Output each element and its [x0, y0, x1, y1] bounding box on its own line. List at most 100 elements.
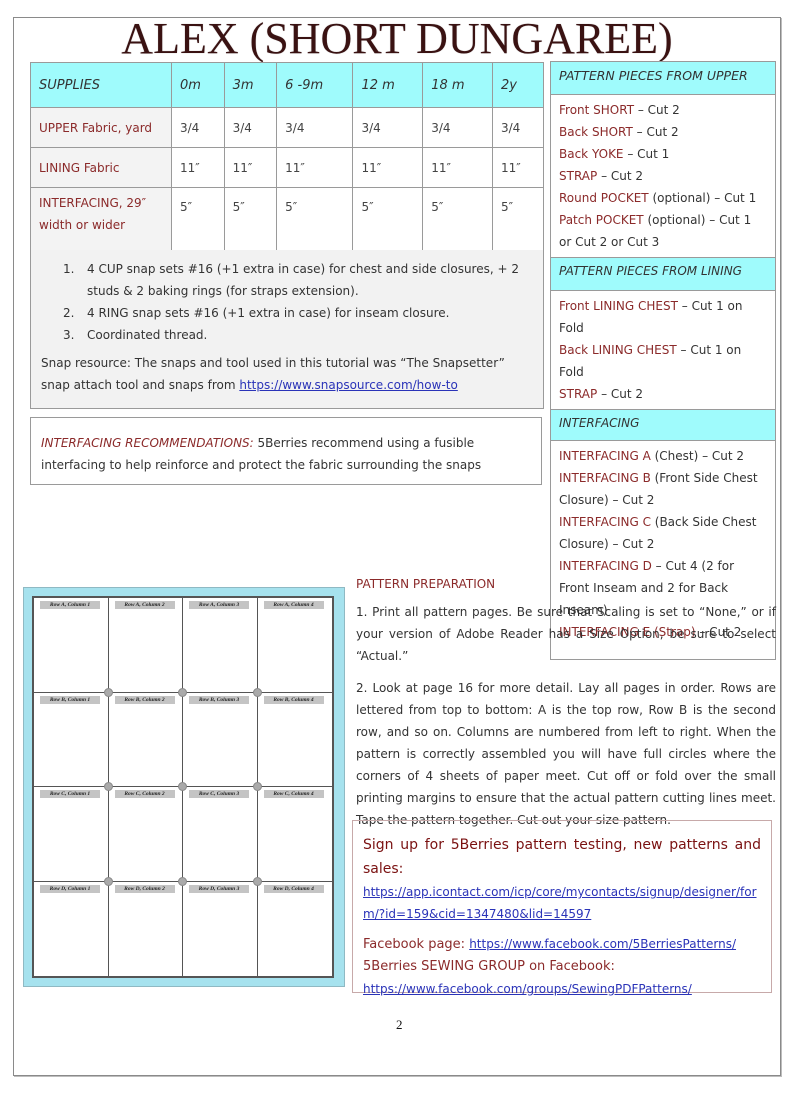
list-item: Back YOKE – Cut 1 [559, 143, 767, 165]
list-number: 1. [63, 262, 75, 276]
list-text: Coordinated thread. [87, 328, 208, 342]
row-label: UPPER Fabric, yard [30, 107, 172, 148]
list-item: INTERFACING A (Chest) – Cut 2 [559, 445, 767, 467]
list-item: INTERFACING B (Front Side Chest Closure)… [559, 467, 767, 511]
supplies-notes: 1. 4 CUP snap sets #16 (+1 extra in case)… [30, 250, 544, 409]
sheet-cell: Row B, Column 1 [34, 692, 109, 787]
registration-circle-icon [103, 876, 113, 886]
header-size: 3m [223, 62, 278, 108]
supplies-header-row: SUPPLIES 0m 3m 6 -9m 12 m 18 m 2y [30, 62, 544, 108]
header-size: 6 -9m [276, 62, 354, 108]
cell-value: 11″ [223, 147, 278, 188]
list-item: Back SHORT – Cut 2 [559, 121, 767, 143]
cell-value: 5″ [422, 187, 493, 252]
list-text: 4 CUP snap sets #16 (+1 extra in case) f… [87, 262, 519, 298]
list-item: INTERFACING C (Back Side Chest Closure) … [559, 511, 767, 555]
list-item: 1. 4 CUP snap sets #16 (+1 extra in case)… [31, 258, 543, 302]
cell-value: 11″ [276, 147, 354, 188]
piece-name: STRAP [559, 169, 598, 183]
list-item: 3. Coordinated thread. [31, 324, 543, 346]
row-label: INTERFACING, 29″ width or wider [30, 187, 172, 252]
list-item: Back LINING CHEST – Cut 1 on Fold [559, 339, 767, 383]
header-size: 18 m [422, 62, 493, 108]
list-number: 2. [63, 306, 75, 320]
sheet-label: Row A, Column 4 [263, 601, 324, 609]
snap-resource-link[interactable]: https://www.snapsource.com/how-to [239, 378, 457, 392]
piece-detail: – Cut 1 [623, 147, 670, 161]
list-item: Round POCKET (optional) – Cut 1 [559, 187, 767, 209]
piece-name: STRAP [559, 387, 598, 401]
registration-circle-icon [103, 687, 113, 697]
upper-list: Front SHORT – Cut 2 Back SHORT – Cut 2 B… [551, 95, 775, 257]
sheet-label: Row C, Column 3 [189, 790, 249, 798]
row-label: LINING Fabric [30, 147, 172, 188]
snap-resource: Snap resource: The snaps and tool used i… [41, 352, 533, 396]
sheet-cell: Row C, Column 2 [108, 787, 183, 882]
cell-value: 3/4 [422, 107, 493, 148]
prep-step-1: 1. Print all pattern pages. Be sure that… [356, 605, 776, 663]
facebook-link[interactable]: https://www.facebook.com/5BerriesPattern… [469, 937, 736, 951]
list-number: 3. [63, 328, 75, 342]
cell-value: 11″ [422, 147, 493, 188]
list-item: Front LINING CHEST – Cut 1 on Fold [559, 295, 767, 339]
sheet-label: Row D, Column 1 [40, 884, 100, 893]
sheet-cell: Row A, Column 4 [257, 598, 332, 693]
sheet-label: Row C, Column 4 [263, 790, 324, 798]
piece-name: Back LINING CHEST [559, 343, 677, 357]
piece-detail: – Cut 2 [634, 103, 680, 117]
group-label: 5Berries SEWING GROUP on Facebook: [363, 959, 615, 974]
group-link[interactable]: https://www.facebook.com/groups/SewingPD… [363, 982, 692, 996]
header-supplies: SUPPLIES [30, 62, 172, 108]
list-item: STRAP – Cut 2 [559, 165, 767, 187]
piece-name: Back SHORT [559, 125, 633, 139]
cell-value: 3/4 [171, 107, 225, 148]
sheet-label: Row D, Column 2 [114, 884, 175, 893]
sheet-label: Row D, Column 3 [189, 884, 249, 893]
table-row: INTERFACING, 29″ width or wider 5″ 5″ 5″… [30, 187, 544, 252]
sheet-grid: Row A, Column 1 Row A, Column 2 Row A, Col… [32, 596, 334, 978]
sheet-cell: Row D, Column 1 [34, 881, 109, 976]
cell-value: 3/4 [223, 107, 278, 148]
prep-heading: PATTERN PREPARATION [356, 577, 496, 591]
sheet-cell: Row C, Column 3 [183, 787, 258, 882]
sheet-label: Row B, Column 1 [40, 695, 100, 704]
registration-circle-icon [178, 687, 187, 697]
table-row: LINING Fabric 11″ 11″ 11″ 11″ 11″ 11″ [30, 147, 544, 188]
sheet-cell: Row A, Column 1 [34, 598, 109, 693]
table-row: UPPER Fabric, yard 3/4 3/4 3/4 3/4 3/4 3… [30, 107, 544, 148]
lining-list: Front LINING CHEST – Cut 1 on Fold Back … [551, 291, 775, 409]
signup-heading: Sign up for 5Berries pattern testing, ne… [363, 837, 761, 877]
signup-link-wrap: https://app.icontact.com/icp/core/mycont… [363, 881, 761, 925]
piece-name: Round POCKET [559, 191, 649, 205]
cell-value: 3/4 [492, 107, 544, 148]
piece-detail: – Cut 2 [597, 387, 644, 401]
piece-name: INTERFACING C [559, 515, 651, 529]
piece-name: Front LINING CHEST [559, 299, 678, 313]
registration-circle-icon [178, 876, 187, 886]
cell-value: 11″ [171, 147, 225, 188]
signup-link[interactable]: https://app.icontact.com/icp/core/mycont… [363, 885, 757, 921]
pattern-preparation: PATTERN PREPARATION 1. Print all pattern… [356, 575, 776, 831]
sheet-label: Row B, Column 3 [189, 695, 249, 704]
piece-detail: (Chest) – Cut 2 [650, 449, 745, 463]
sheet-label: Row D, Column 4 [263, 884, 324, 893]
list-item: Front SHORT – Cut 2 [559, 99, 767, 121]
registration-circle-icon [178, 782, 187, 791]
signup-box: Sign up for 5Berries pattern testing, ne… [352, 820, 772, 996]
cell-value: 5″ [492, 187, 544, 252]
header-size: 2y [492, 62, 544, 108]
sheet-label: Row A, Column 2 [114, 601, 175, 609]
piece-name: INTERFACING B [559, 471, 651, 485]
cell-value: 11″ [492, 147, 544, 188]
list-text: 4 RING snap sets #16 (+1 extra in case) … [87, 306, 450, 320]
cell-value: 3/4 [276, 107, 354, 148]
page-title: ALEX (SHORT DUNGAREE) [121, 14, 673, 63]
group-link-wrap: https://www.facebook.com/groups/SewingPD… [363, 978, 761, 1000]
prep-step-2: 2. Look at page 16 for more detail. Lay … [356, 681, 776, 827]
registration-circle-icon [103, 782, 113, 791]
page-number: 2 [396, 1017, 403, 1032]
sheet-label: Row A, Column 3 [189, 601, 249, 609]
sheet-label: Row A, Column 1 [40, 601, 100, 609]
sheet-cell: Row B, Column 3 [183, 692, 258, 787]
pattern-pieces-panel: PATTERN PIECES FROM UPPER Front SHORT – … [550, 61, 776, 660]
